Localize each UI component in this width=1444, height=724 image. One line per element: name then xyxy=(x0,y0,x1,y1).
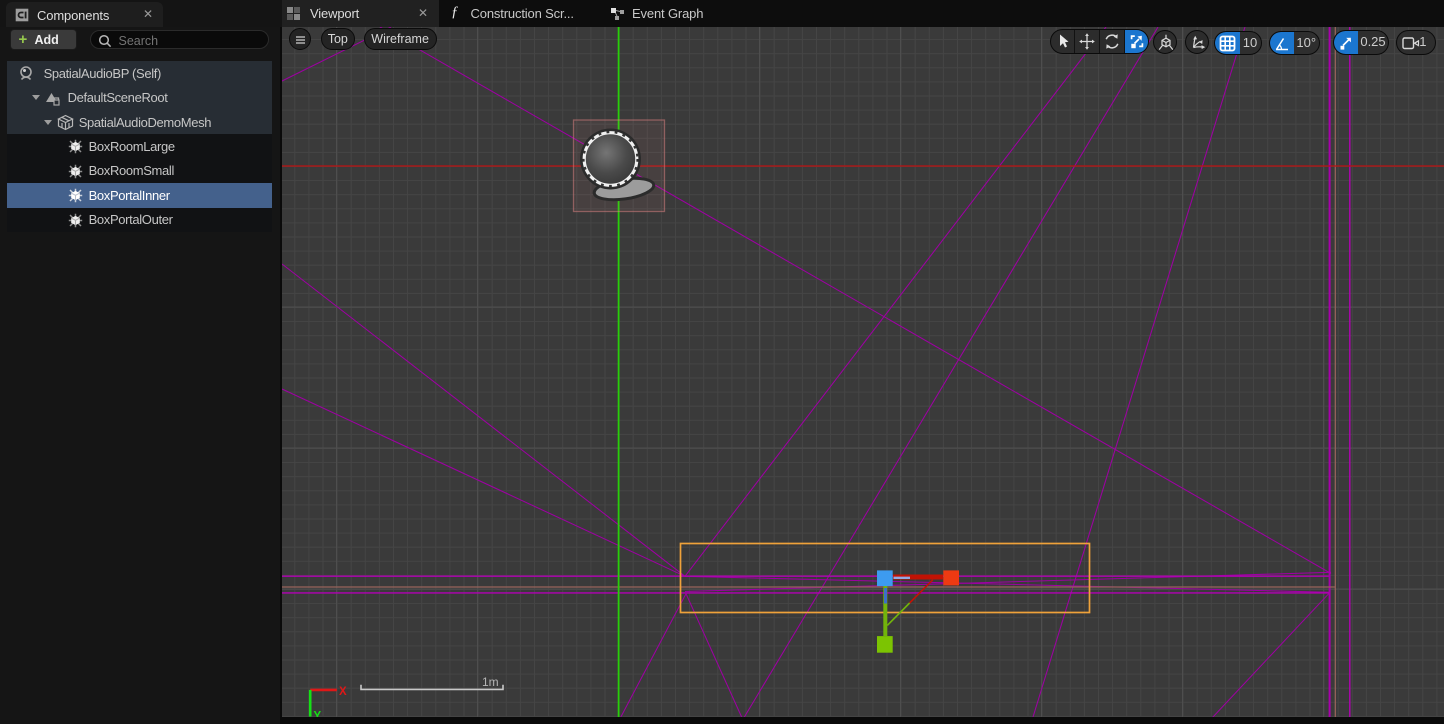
svg-text:1m: 1m xyxy=(482,675,499,689)
svg-text:X: X xyxy=(339,686,347,698)
